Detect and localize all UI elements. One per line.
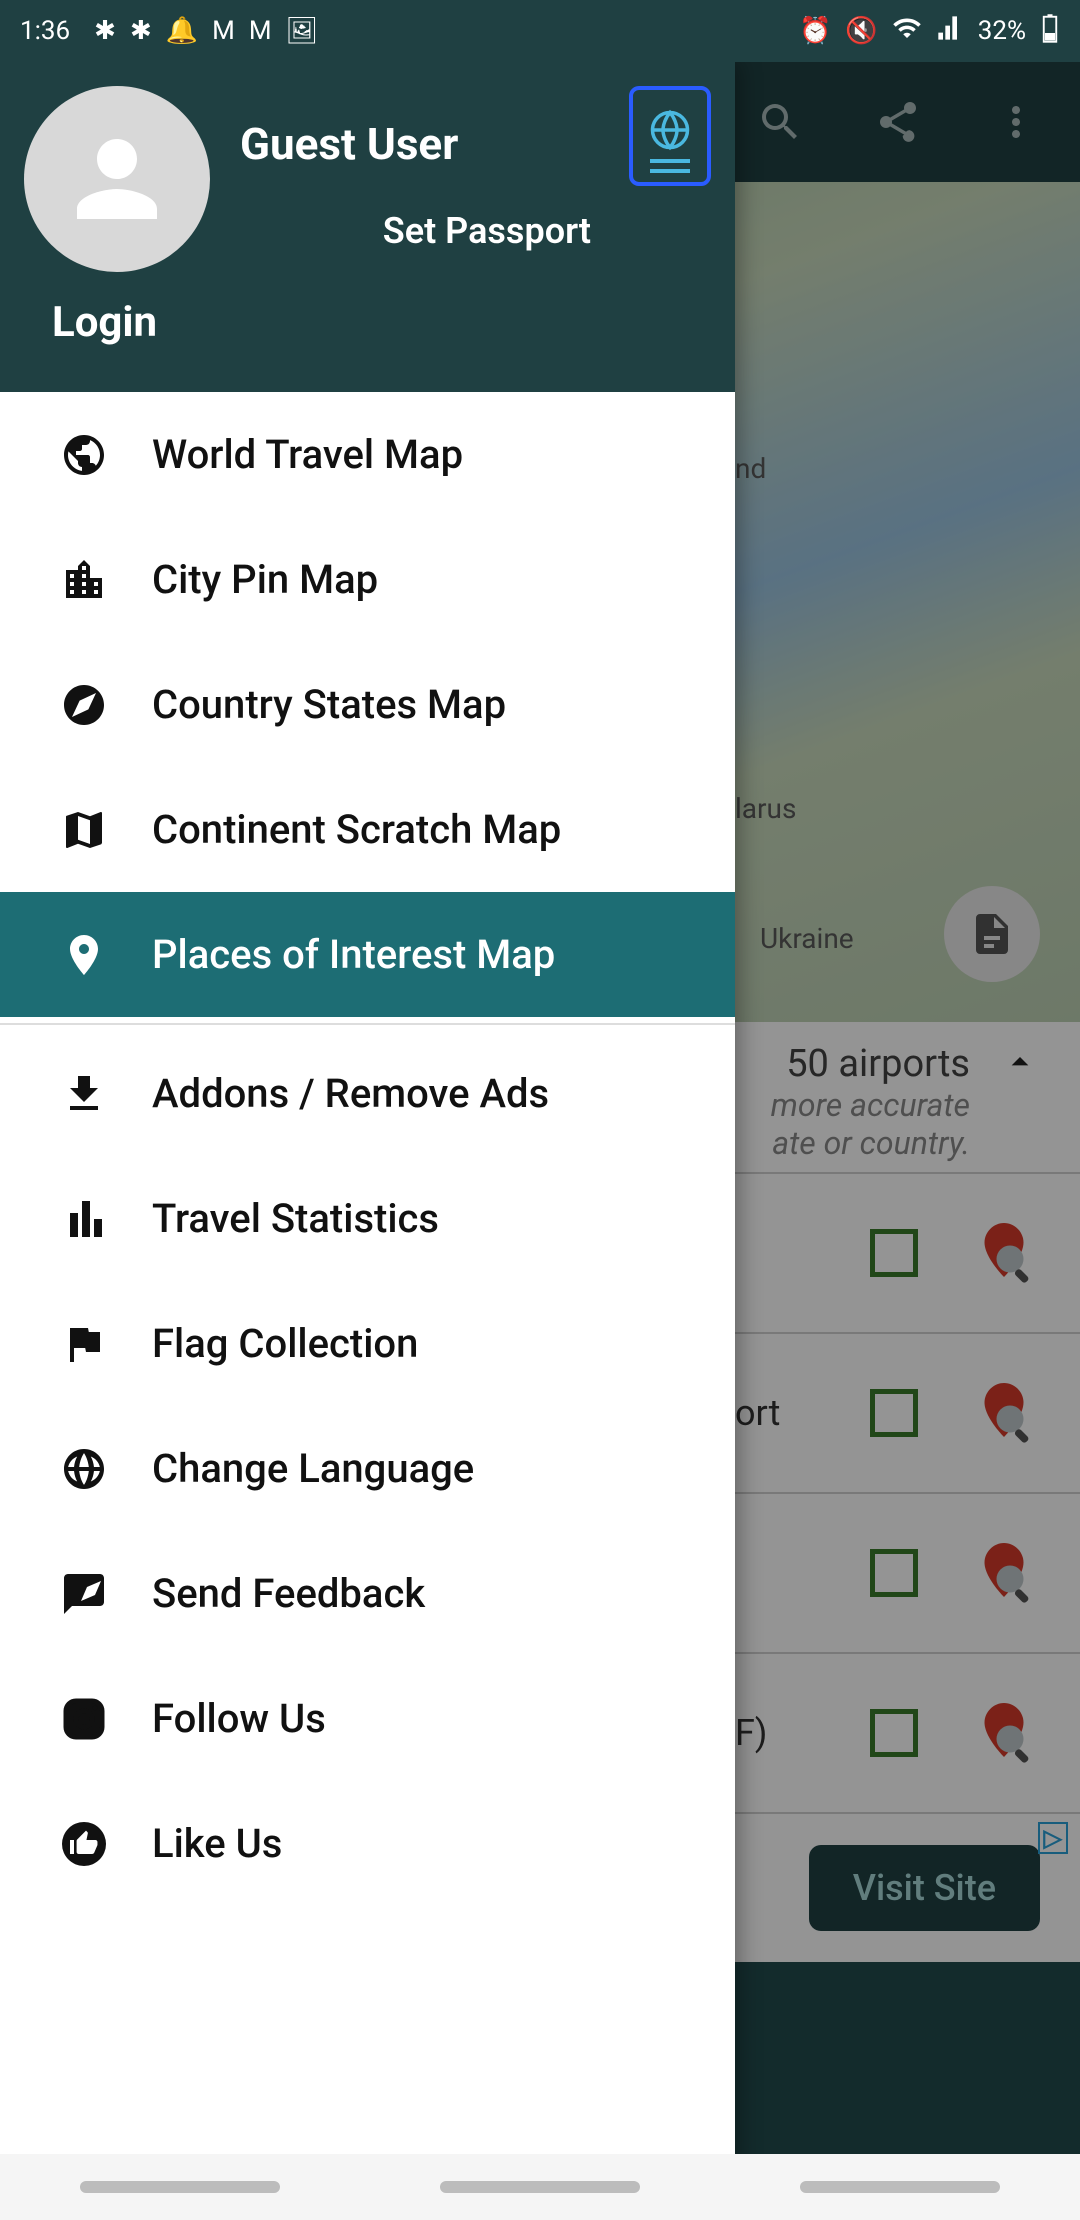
mute-icon: 🔇 (845, 16, 877, 46)
menu-label: Travel Statistics (152, 1195, 439, 1242)
bar-chart-icon (60, 1195, 108, 1243)
menu-addons[interactable]: Addons / Remove Ads (0, 1031, 735, 1156)
feedback-icon (60, 1570, 108, 1618)
menu-label: Flag Collection (152, 1320, 418, 1367)
menu-city-pin-map[interactable]: City Pin Map (0, 517, 735, 642)
menu-flag-collection[interactable]: Flag Collection (0, 1281, 735, 1406)
user-name: Guest User (240, 118, 599, 170)
compass-icon (60, 681, 108, 729)
flag-icon (60, 1320, 108, 1368)
wifi-icon (892, 13, 922, 50)
menu-change-language[interactable]: Change Language (0, 1406, 735, 1531)
drawer-header: Guest User Set Passport Login (0, 62, 735, 392)
slack-icon: ✱ (94, 16, 116, 46)
menu-send-feedback[interactable]: Send Feedback (0, 1531, 735, 1656)
gmail-icon: M (249, 16, 272, 46)
menu-follow-us[interactable]: Follow Us (0, 1656, 735, 1781)
pin-icon (60, 931, 108, 979)
menu-continent-scratch-map[interactable]: Continent Scratch Map (0, 767, 735, 892)
passport-icon[interactable] (629, 86, 711, 186)
bell-icon: 🔔 (166, 16, 198, 46)
drawer-menu: World Travel Map City Pin Map Country St… (0, 392, 735, 2220)
menu-label: Follow Us (152, 1695, 326, 1742)
scrim-overlay[interactable] (735, 62, 1080, 2220)
divider (0, 1023, 735, 1025)
status-time: 1:36 (20, 16, 70, 46)
language-icon (60, 1445, 108, 1493)
menu-label: Places of Interest Map (152, 931, 555, 978)
menu-label: Like Us (152, 1820, 282, 1867)
login-link[interactable]: Login (52, 298, 711, 347)
instagram-icon (60, 1695, 108, 1743)
signal-icon (936, 14, 964, 49)
menu-label: World Travel Map (152, 431, 463, 478)
alarm-icon: ⏰ (799, 16, 831, 46)
city-icon (60, 556, 108, 604)
menu-label: Send Feedback (152, 1570, 425, 1617)
menu-country-states-map[interactable]: Country States Map (0, 642, 735, 767)
menu-label: Continent Scratch Map (152, 806, 561, 853)
battery-percent: 32% (978, 16, 1026, 46)
system-nav-bar (0, 2154, 1080, 2220)
slack-icon: ✱ (130, 16, 152, 46)
menu-places-of-interest-map[interactable]: Places of Interest Map (0, 892, 735, 1017)
nav-recent[interactable] (80, 2181, 280, 2193)
menu-world-travel-map[interactable]: World Travel Map (0, 392, 735, 517)
menu-label: Change Language (152, 1445, 474, 1492)
globe-icon (60, 431, 108, 479)
download-icon (60, 1070, 108, 1118)
nav-home[interactable] (440, 2181, 640, 2193)
menu-travel-statistics[interactable]: Travel Statistics (0, 1156, 735, 1281)
battery-icon (1040, 13, 1060, 50)
map-icon (60, 806, 108, 854)
menu-label: Country States Map (152, 681, 506, 728)
avatar[interactable] (24, 86, 210, 272)
navigation-drawer: Guest User Set Passport Login World Trav… (0, 62, 735, 2220)
menu-like-us[interactable]: Like Us (0, 1781, 735, 1906)
menu-label: City Pin Map (152, 556, 378, 603)
image-icon: 🖼 (286, 16, 319, 46)
menu-label: Addons / Remove Ads (152, 1070, 549, 1117)
thumbs-up-icon (60, 1820, 108, 1868)
status-bar: 1:36 ✱ ✱ 🔔 M M 🖼 ⏰ 🔇 32% (0, 0, 1080, 62)
nav-back[interactable] (800, 2181, 1000, 2193)
set-passport-link[interactable]: Set Passport (383, 210, 591, 252)
gmail-icon: M (212, 16, 235, 46)
